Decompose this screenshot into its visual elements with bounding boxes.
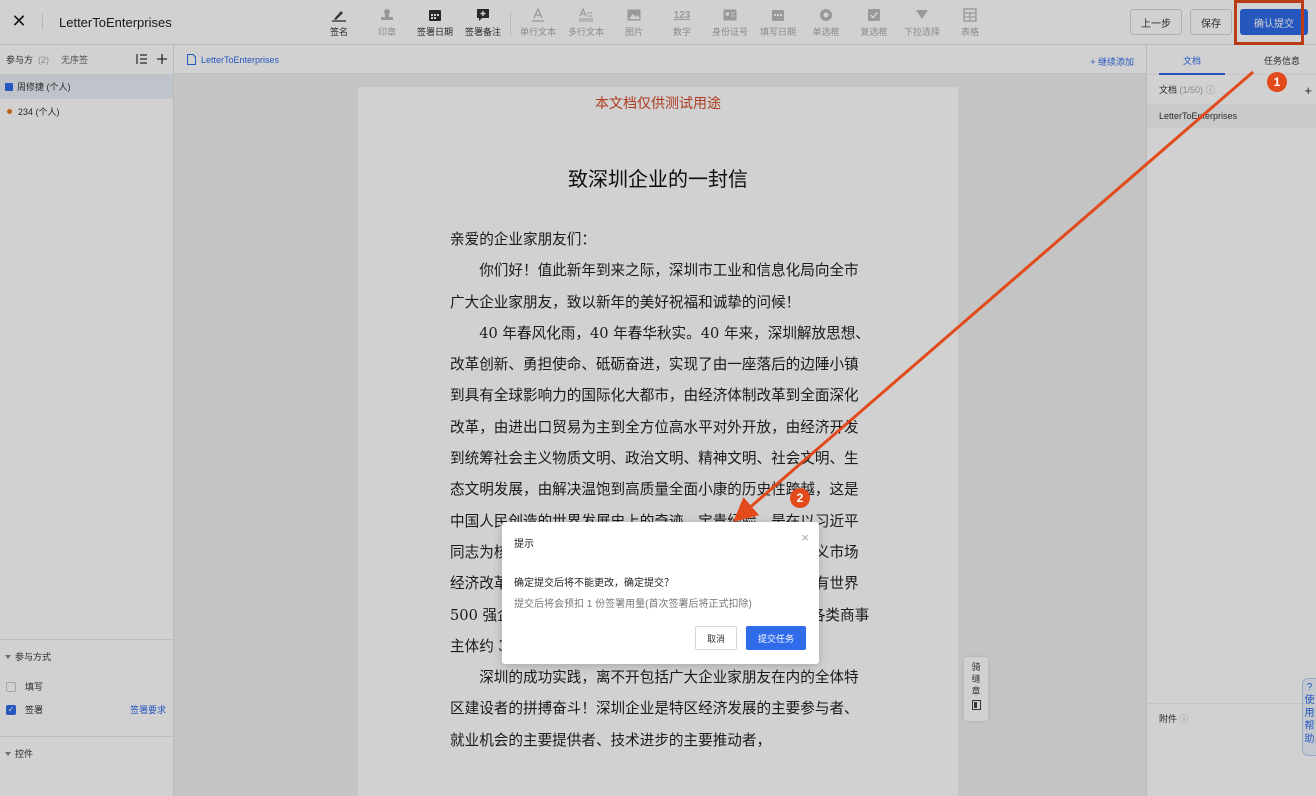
dialog-sub-message: 提交后将会预扣 1 份签署用量(首次签署后将正式扣除) bbox=[514, 599, 752, 610]
confirm-dialog: 提示 × 确定提交后将不能更改，确定提交？ 提交后将会预扣 1 份签署用量(首次… bbox=[502, 522, 819, 664]
cancel-button[interactable]: 取消 bbox=[694, 626, 737, 650]
modal-overlay bbox=[0, 0, 1316, 796]
dialog-title: 提示 bbox=[514, 539, 534, 550]
close-icon[interactable]: × bbox=[801, 530, 809, 545]
dialog-actions: 取消 提交任务 bbox=[694, 626, 806, 650]
dialog-message: 确定提交后将不能更改，确定提交？ bbox=[514, 578, 674, 589]
annotation-badge-2: 2 bbox=[790, 488, 810, 508]
annotation-badge-1: 1 bbox=[1267, 72, 1287, 92]
submit-task-button[interactable]: 提交任务 bbox=[745, 626, 806, 650]
